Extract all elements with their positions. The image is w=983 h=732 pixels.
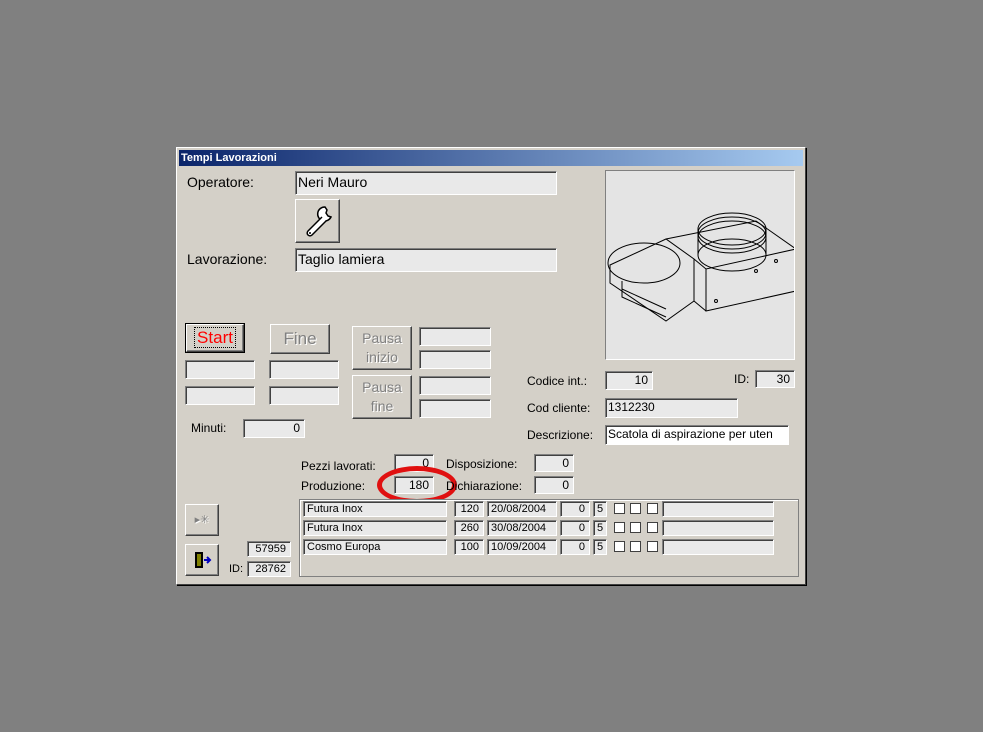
order-qty-field[interactable]: 120 (454, 501, 484, 517)
order-client-field[interactable]: Futura Inox (303, 501, 447, 517)
new-record-icon: ▸✳ (194, 514, 210, 526)
exit-door-icon (195, 552, 212, 568)
operator-field[interactable]: Neri Mauro (295, 171, 557, 195)
order-checkbox[interactable] (630, 522, 641, 533)
declaration-field[interactable]: 0 (534, 476, 574, 494)
record-id-field[interactable]: 28762 (247, 561, 291, 577)
disposition-label: Disposizione: (446, 457, 518, 471)
record-number-field[interactable]: 57959 (247, 541, 291, 557)
order-value-b-field[interactable]: 5 (593, 501, 607, 517)
exit-button[interactable] (185, 544, 219, 576)
order-date-field[interactable]: 30/08/2004 (487, 520, 557, 536)
pause-end-date-field[interactable] (419, 399, 491, 418)
order-qty-field[interactable]: 100 (454, 539, 484, 555)
internal-code-field[interactable]: 10 (605, 371, 653, 390)
start-date-field[interactable] (185, 386, 255, 405)
wrench-icon (305, 206, 332, 237)
description-field[interactable]: Scatola di aspirazione per uten (605, 425, 789, 445)
order-checkbox[interactable] (647, 503, 658, 514)
order-client-field[interactable]: Futura Inox (303, 520, 447, 536)
order-value-b-field[interactable]: 5 (593, 539, 607, 555)
declaration-label: Dichiarazione: (446, 479, 523, 493)
product-id-label: ID: (734, 372, 750, 386)
record-id-label: ID: (229, 563, 244, 575)
tools-button[interactable] (295, 199, 340, 243)
processing-label: Lavorazione: (187, 251, 268, 267)
start-button-label: Start (194, 327, 236, 348)
minutes-label: Minuti: (191, 421, 227, 435)
pause-end-time-field[interactable] (419, 376, 491, 395)
pieces-label: Pezzi lavorati: (301, 459, 376, 473)
order-client-field[interactable]: Cosmo Europa (303, 539, 447, 555)
tempi-lavorazioni-window: Tempi Lavorazioni Operatore: Neri Mauro … (176, 147, 806, 585)
order-checkbox[interactable] (614, 503, 625, 514)
start-button[interactable]: Start (186, 324, 244, 352)
new-record-button[interactable]: ▸✳ (185, 504, 219, 536)
order-value-a-field[interactable]: 0 (560, 539, 590, 555)
internal-code-label: Codice int.: (527, 374, 588, 388)
order-checkbox[interactable] (614, 541, 625, 552)
order-value-a-field[interactable]: 0 (560, 501, 590, 517)
order-value-b-field[interactable]: 5 (593, 520, 607, 536)
order-notes-field[interactable] (662, 520, 774, 536)
fine-button[interactable]: Fine (270, 324, 330, 354)
order-value-a-field[interactable]: 0 (560, 520, 590, 536)
start-time-field[interactable] (185, 360, 255, 379)
end-date-field[interactable] (269, 386, 339, 405)
order-notes-field[interactable] (662, 501, 774, 517)
description-label: Descrizione: (527, 428, 594, 442)
order-notes-field[interactable] (662, 539, 774, 555)
order-checkbox[interactable] (630, 503, 641, 514)
pause-start-time-field[interactable] (419, 327, 491, 346)
minutes-field[interactable]: 0 (243, 419, 305, 438)
processing-field[interactable]: Taglio lamiera (295, 248, 557, 272)
disposition-field[interactable]: 0 (534, 454, 574, 472)
window-title: Tempi Lavorazioni (179, 150, 803, 166)
operator-label: Operatore: (187, 174, 254, 190)
order-date-field[interactable]: 20/08/2004 (487, 501, 557, 517)
order-checkbox[interactable] (647, 522, 658, 533)
end-time-field[interactable] (269, 360, 339, 379)
product-id-field[interactable]: 30 (755, 370, 795, 388)
pausa-fine-button[interactable]: Pausa fine (352, 375, 412, 419)
order-checkbox[interactable] (614, 522, 625, 533)
product-drawing (605, 170, 798, 360)
pausa-inizio-button[interactable]: Pausa inizio (352, 326, 412, 370)
client-code-label: Cod cliente: (527, 401, 591, 415)
pause-start-date-field[interactable] (419, 350, 491, 369)
order-checkbox[interactable] (647, 541, 658, 552)
order-qty-field[interactable]: 260 (454, 520, 484, 536)
production-label: Produzione: (301, 479, 366, 493)
client-code-field[interactable]: 1312230 (605, 398, 738, 418)
order-checkbox[interactable] (630, 541, 641, 552)
order-date-field[interactable]: 10/09/2004 (487, 539, 557, 555)
product-sketch-image (607, 212, 798, 322)
